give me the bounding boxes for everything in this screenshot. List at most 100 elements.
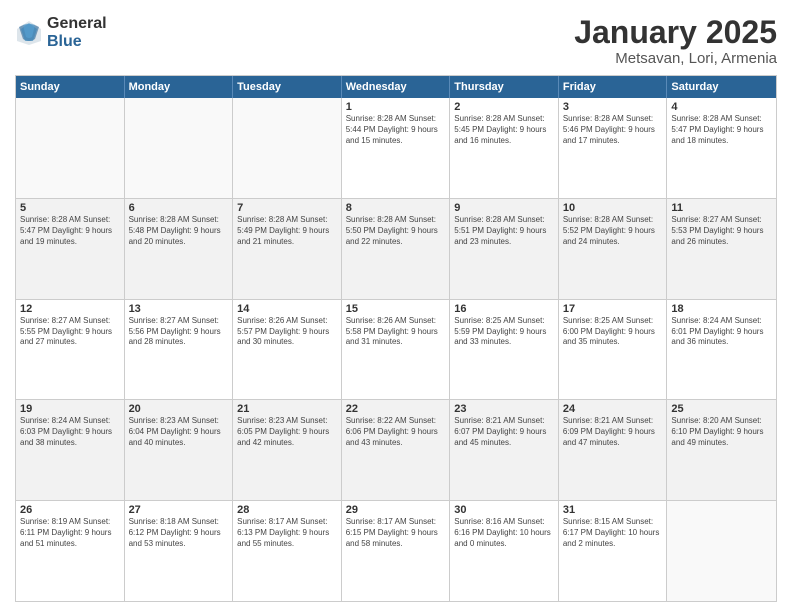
day-info: Sunrise: 8:25 AM Sunset: 5:59 PM Dayligh… [454,316,554,348]
day-number: 9 [454,202,554,214]
day-number: 3 [563,101,663,113]
calendar-cell: 6Sunrise: 8:28 AM Sunset: 5:48 PM Daylig… [125,199,234,299]
calendar-cell: 22Sunrise: 8:22 AM Sunset: 6:06 PM Dayli… [342,400,451,500]
calendar-row-5: 26Sunrise: 8:19 AM Sunset: 6:11 PM Dayli… [16,501,776,601]
day-number: 22 [346,403,446,415]
calendar-cell: 26Sunrise: 8:19 AM Sunset: 6:11 PM Dayli… [16,501,125,601]
day-info: Sunrise: 8:20 AM Sunset: 6:10 PM Dayligh… [671,416,772,448]
header: General Blue January 2025 Metsavan, Lori… [15,15,777,67]
day-info: Sunrise: 8:18 AM Sunset: 6:12 PM Dayligh… [129,517,229,549]
calendar-cell: 7Sunrise: 8:28 AM Sunset: 5:49 PM Daylig… [233,199,342,299]
day-info: Sunrise: 8:21 AM Sunset: 6:09 PM Dayligh… [563,416,663,448]
title-month: January 2025 [574,15,777,50]
calendar-cell: 1Sunrise: 8:28 AM Sunset: 5:44 PM Daylig… [342,98,451,198]
day-info: Sunrise: 8:27 AM Sunset: 5:55 PM Dayligh… [20,316,120,348]
calendar-cell: 17Sunrise: 8:25 AM Sunset: 6:00 PM Dayli… [559,300,668,400]
calendar-cell [16,98,125,198]
weekday-tuesday: Tuesday [233,76,342,98]
calendar-cell [667,501,776,601]
day-number: 21 [237,403,337,415]
day-number: 13 [129,303,229,315]
day-info: Sunrise: 8:28 AM Sunset: 5:49 PM Dayligh… [237,215,337,247]
calendar-cell: 23Sunrise: 8:21 AM Sunset: 6:07 PM Dayli… [450,400,559,500]
day-info: Sunrise: 8:22 AM Sunset: 6:06 PM Dayligh… [346,416,446,448]
weekday-sunday: Sunday [16,76,125,98]
day-info: Sunrise: 8:23 AM Sunset: 6:05 PM Dayligh… [237,416,337,448]
day-info: Sunrise: 8:28 AM Sunset: 5:45 PM Dayligh… [454,114,554,146]
calendar-cell: 9Sunrise: 8:28 AM Sunset: 5:51 PM Daylig… [450,199,559,299]
calendar-cell: 4Sunrise: 8:28 AM Sunset: 5:47 PM Daylig… [667,98,776,198]
day-number: 28 [237,504,337,516]
calendar-cell: 8Sunrise: 8:28 AM Sunset: 5:50 PM Daylig… [342,199,451,299]
day-info: Sunrise: 8:28 AM Sunset: 5:51 PM Dayligh… [454,215,554,247]
day-number: 27 [129,504,229,516]
day-number: 6 [129,202,229,214]
day-number: 24 [563,403,663,415]
day-number: 5 [20,202,120,214]
calendar-cell: 21Sunrise: 8:23 AM Sunset: 6:05 PM Dayli… [233,400,342,500]
calendar-row-1: 1Sunrise: 8:28 AM Sunset: 5:44 PM Daylig… [16,98,776,199]
weekday-wednesday: Wednesday [342,76,451,98]
weekday-thursday: Thursday [450,76,559,98]
day-info: Sunrise: 8:24 AM Sunset: 6:01 PM Dayligh… [671,316,772,348]
day-info: Sunrise: 8:26 AM Sunset: 5:57 PM Dayligh… [237,316,337,348]
calendar-cell: 19Sunrise: 8:24 AM Sunset: 6:03 PM Dayli… [16,400,125,500]
calendar-row-2: 5Sunrise: 8:28 AM Sunset: 5:47 PM Daylig… [16,199,776,300]
page: General Blue January 2025 Metsavan, Lori… [0,0,792,612]
calendar: Sunday Monday Tuesday Wednesday Thursday… [15,75,777,602]
weekday-friday: Friday [559,76,668,98]
calendar-cell: 20Sunrise: 8:23 AM Sunset: 6:04 PM Dayli… [125,400,234,500]
day-number: 4 [671,101,772,113]
day-info: Sunrise: 8:28 AM Sunset: 5:52 PM Dayligh… [563,215,663,247]
calendar-cell: 28Sunrise: 8:17 AM Sunset: 6:13 PM Dayli… [233,501,342,601]
day-number: 20 [129,403,229,415]
day-info: Sunrise: 8:21 AM Sunset: 6:07 PM Dayligh… [454,416,554,448]
calendar-cell: 12Sunrise: 8:27 AM Sunset: 5:55 PM Dayli… [16,300,125,400]
day-number: 18 [671,303,772,315]
day-number: 30 [454,504,554,516]
day-number: 11 [671,202,772,214]
day-number: 29 [346,504,446,516]
day-number: 16 [454,303,554,315]
day-info: Sunrise: 8:28 AM Sunset: 5:46 PM Dayligh… [563,114,663,146]
calendar-cell [233,98,342,198]
calendar-cell: 31Sunrise: 8:15 AM Sunset: 6:17 PM Dayli… [559,501,668,601]
day-number: 10 [563,202,663,214]
calendar-body: 1Sunrise: 8:28 AM Sunset: 5:44 PM Daylig… [16,98,776,601]
day-info: Sunrise: 8:28 AM Sunset: 5:47 PM Dayligh… [671,114,772,146]
day-number: 31 [563,504,663,516]
day-info: Sunrise: 8:27 AM Sunset: 5:56 PM Dayligh… [129,316,229,348]
day-info: Sunrise: 8:27 AM Sunset: 5:53 PM Dayligh… [671,215,772,247]
calendar-cell: 24Sunrise: 8:21 AM Sunset: 6:09 PM Dayli… [559,400,668,500]
day-number: 25 [671,403,772,415]
calendar-cell: 18Sunrise: 8:24 AM Sunset: 6:01 PM Dayli… [667,300,776,400]
calendar-cell: 3Sunrise: 8:28 AM Sunset: 5:46 PM Daylig… [559,98,668,198]
logo-text: General Blue [47,15,107,50]
day-number: 7 [237,202,337,214]
day-info: Sunrise: 8:28 AM Sunset: 5:47 PM Dayligh… [20,215,120,247]
day-number: 2 [454,101,554,113]
calendar-header: Sunday Monday Tuesday Wednesday Thursday… [16,76,776,98]
day-info: Sunrise: 8:15 AM Sunset: 6:17 PM Dayligh… [563,517,663,549]
day-info: Sunrise: 8:19 AM Sunset: 6:11 PM Dayligh… [20,517,120,549]
calendar-cell: 2Sunrise: 8:28 AM Sunset: 5:45 PM Daylig… [450,98,559,198]
calendar-cell: 11Sunrise: 8:27 AM Sunset: 5:53 PM Dayli… [667,199,776,299]
day-info: Sunrise: 8:16 AM Sunset: 6:16 PM Dayligh… [454,517,554,549]
day-info: Sunrise: 8:25 AM Sunset: 6:00 PM Dayligh… [563,316,663,348]
day-number: 26 [20,504,120,516]
day-info: Sunrise: 8:28 AM Sunset: 5:48 PM Dayligh… [129,215,229,247]
day-number: 23 [454,403,554,415]
calendar-row-3: 12Sunrise: 8:27 AM Sunset: 5:55 PM Dayli… [16,300,776,401]
calendar-cell [125,98,234,198]
calendar-cell: 14Sunrise: 8:26 AM Sunset: 5:57 PM Dayli… [233,300,342,400]
calendar-cell: 15Sunrise: 8:26 AM Sunset: 5:58 PM Dayli… [342,300,451,400]
day-info: Sunrise: 8:28 AM Sunset: 5:44 PM Dayligh… [346,114,446,146]
day-info: Sunrise: 8:24 AM Sunset: 6:03 PM Dayligh… [20,416,120,448]
logo: General Blue [15,15,107,50]
calendar-cell: 13Sunrise: 8:27 AM Sunset: 5:56 PM Dayli… [125,300,234,400]
day-number: 15 [346,303,446,315]
logo-general-text: General [47,15,107,33]
logo-icon [15,19,43,47]
day-info: Sunrise: 8:28 AM Sunset: 5:50 PM Dayligh… [346,215,446,247]
title-block: January 2025 Metsavan, Lori, Armenia [574,15,777,67]
